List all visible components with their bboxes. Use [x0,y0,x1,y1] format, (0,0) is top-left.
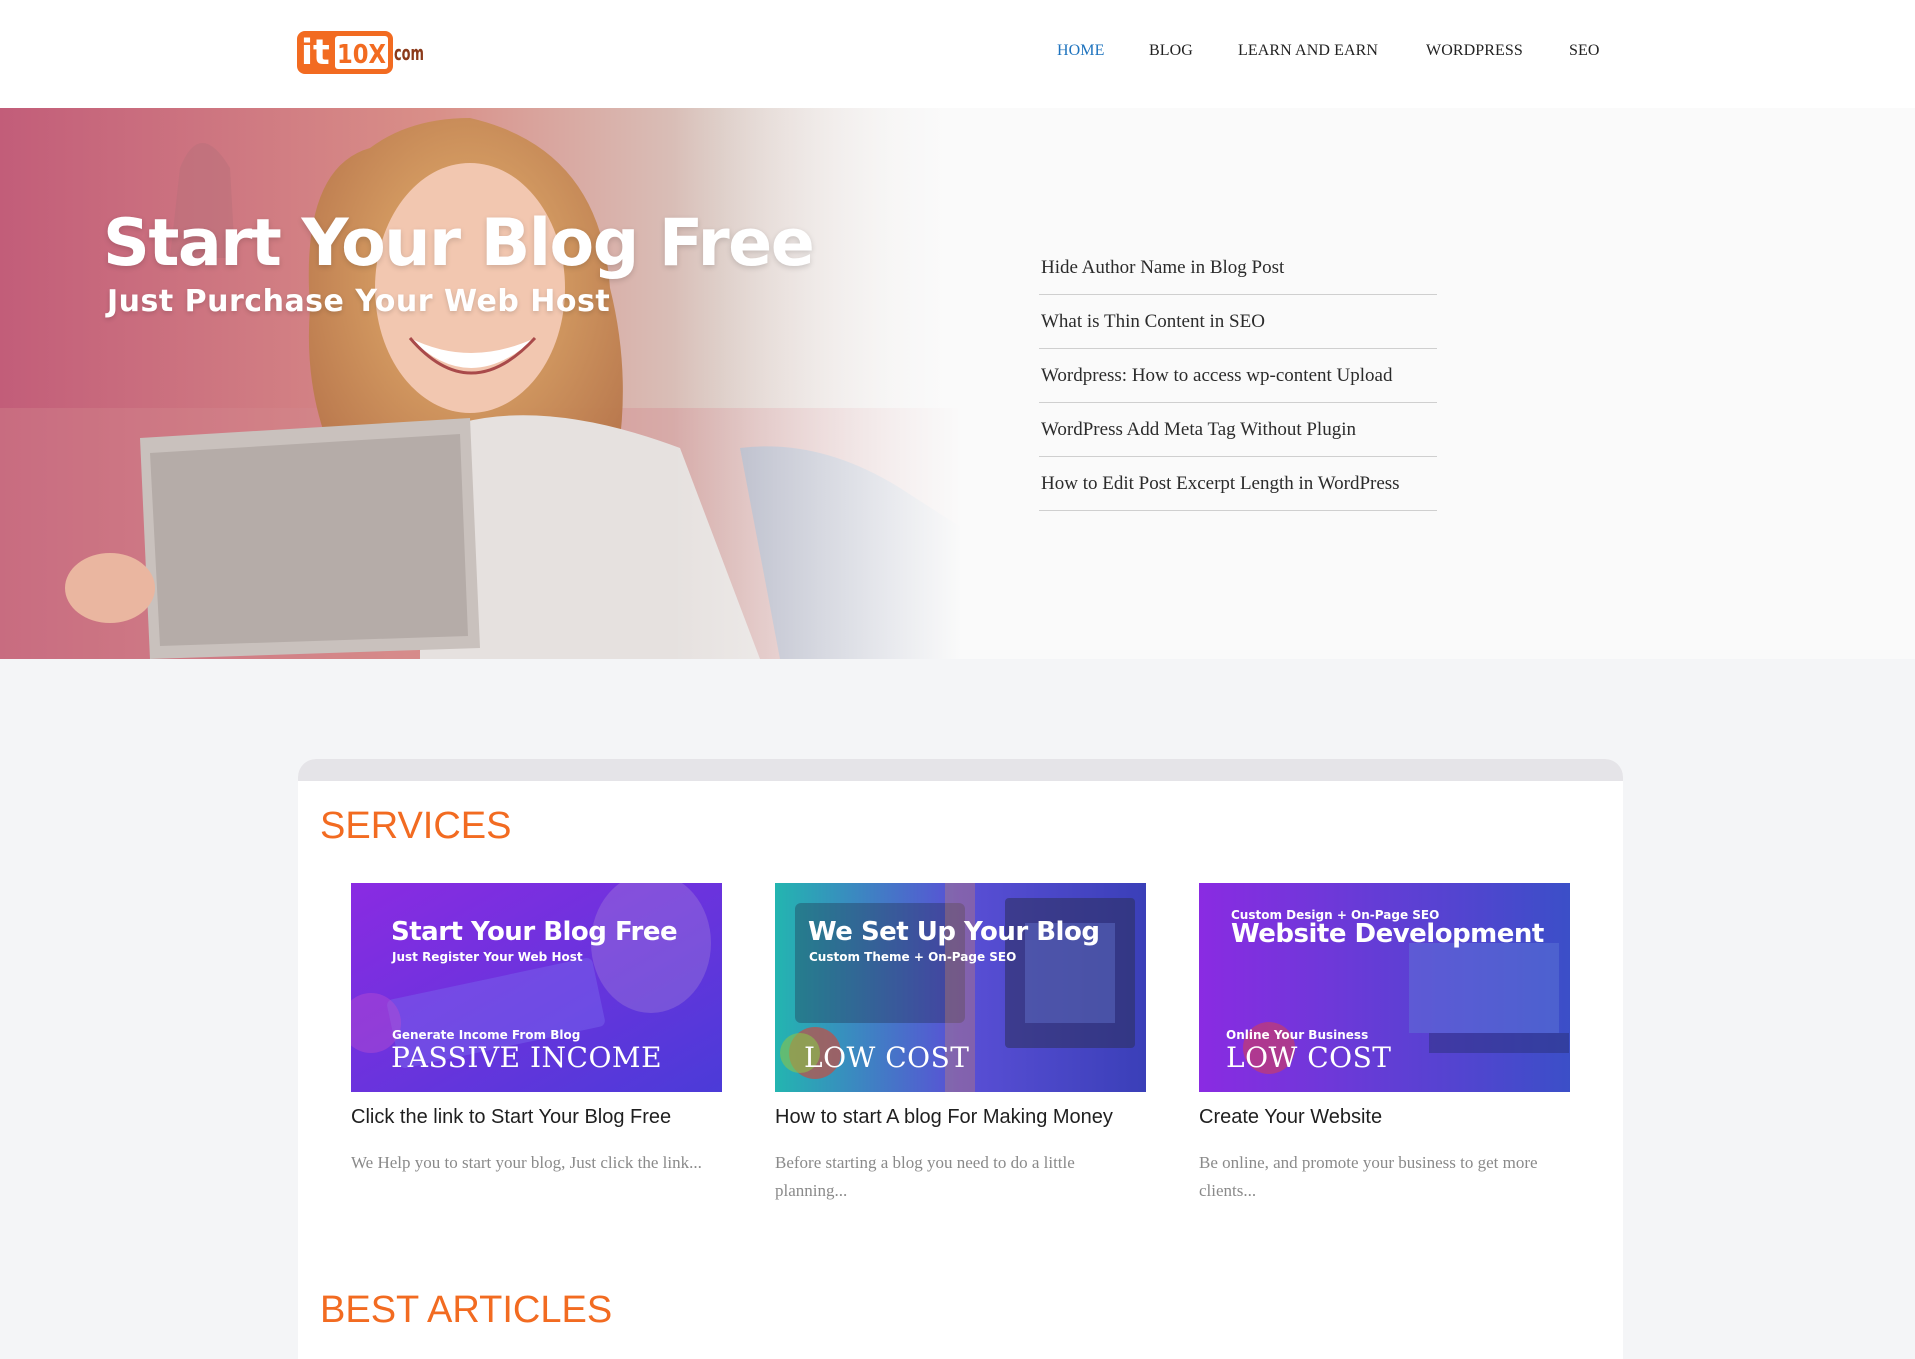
card-top-bar [298,759,1623,781]
service-image-link[interactable]: Custom Design + On-Page SEO Website Deve… [1199,883,1570,1092]
services-heading: SERVICES [320,805,512,847]
nav-item-seo[interactable]: SEO [1569,42,1600,60]
nav-item-blog[interactable]: BLOG [1149,42,1193,60]
recent-post-link[interactable]: Hide Author Name in Blog Post [1039,242,1437,279]
service-card: Start Your Blog Free Just Register Your … [351,883,722,1177]
hero-photo [0,108,962,659]
service-title[interactable]: Click the link to Start Your Blog Free [351,1106,722,1129]
service-description: We Help you to start your blog, Just cli… [351,1153,702,1172]
list-item: WordPress Add Meta Tag Without Plugin [1039,404,1437,457]
service-card: Custom Design + On-Page SEO Website Deve… [1199,883,1570,1205]
service-image-caption-small: Generate Income From Blog [392,1028,581,1042]
service-image-caption-big: LOW COST [1226,1041,1392,1074]
list-item: What is Thin Content in SEO [1039,296,1437,349]
service-image-title: Start Your Blog Free [391,917,678,947]
site-logo[interactable]: it 10X com [296,29,426,77]
service-description: Be online, and promote your business to … [1199,1153,1538,1200]
service-image-caption-big: LOW COST [804,1041,970,1074]
service-image-subtitle: Custom Theme + On-Page SEO [809,950,1017,964]
hero-section: Start Your Blog Free Just Purchase Your … [0,108,1915,659]
hero-banner[interactable]: Start Your Blog Free Just Purchase Your … [0,108,962,659]
service-description: Before starting a blog you need to do a … [775,1153,1075,1200]
list-item: Wordpress: How to access wp-content Uplo… [1039,350,1437,403]
recent-post-link[interactable]: How to Edit Post Excerpt Length in WordP… [1039,458,1437,495]
nav-item-home[interactable]: HOME [1057,42,1105,60]
list-item: Hide Author Name in Blog Post [1039,242,1437,295]
hero-subtitle: Just Purchase Your Web Host [107,284,611,319]
service-title[interactable]: Create Your Website [1199,1106,1570,1129]
service-image-subtitle: Just Register Your Web Host [392,950,583,964]
nav-item-wordpress[interactable]: WORDPRESS [1426,42,1523,60]
content-card: SERVICES Start Your Blog Free Just Regis… [298,759,1623,1359]
service-image-link[interactable]: Start Your Blog Free Just Register Your … [351,883,722,1092]
service-image-link[interactable]: We Set Up Your Blog Custom Theme + On-Pa… [775,883,1146,1092]
service-image-title: Website Development [1231,919,1544,949]
hero-title: Start Your Blog Free [103,206,815,281]
best-articles-heading: BEST ARTICLES [320,1289,613,1331]
logo-suffix: com [394,41,424,65]
service-image-caption-big: PASSIVE INCOME [391,1041,663,1074]
site-header: it 10X com HOME BLOG LEARN AND EARN WORD… [0,0,1915,108]
service-title[interactable]: How to start A blog For Making Money [775,1106,1146,1129]
list-item: How to Edit Post Excerpt Length in WordP… [1039,458,1437,511]
logo-number: 10X [337,40,386,70]
logo-mark: it [301,33,330,73]
recent-post-link[interactable]: What is Thin Content in SEO [1039,296,1437,333]
recent-post-link[interactable]: WordPress Add Meta Tag Without Plugin [1039,404,1437,441]
service-card: We Set Up Your Blog Custom Theme + On-Pa… [775,883,1146,1205]
recent-posts-list: Hide Author Name in Blog Post What is Th… [1039,242,1437,512]
recent-post-link[interactable]: Wordpress: How to access wp-content Uplo… [1039,350,1437,387]
nav-item-learn-and-earn[interactable]: LEARN AND EARN [1238,42,1378,60]
service-image-title: We Set Up Your Blog [808,917,1100,947]
logo-graphic: it 10X com [297,31,424,74]
service-image-caption-small: Online Your Business [1226,1028,1369,1042]
